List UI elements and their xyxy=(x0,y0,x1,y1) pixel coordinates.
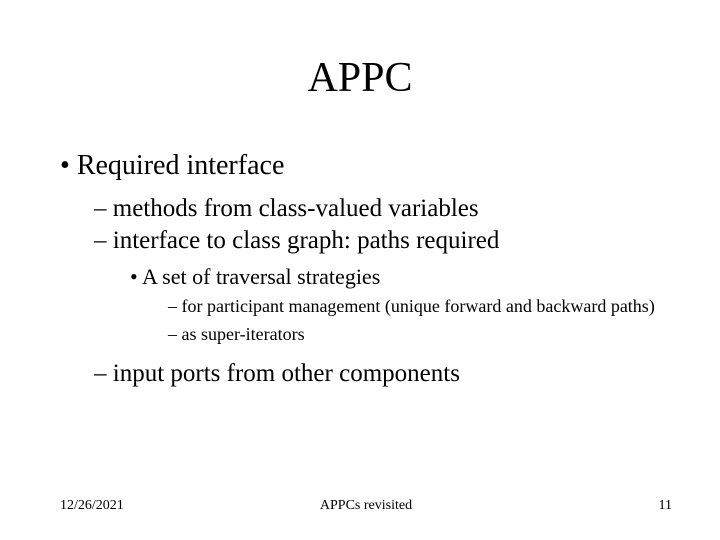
bullet-l3: A set of traversal strategies xyxy=(130,264,672,290)
bullet-l2: interface to class graph: paths required xyxy=(94,226,672,256)
slide-body: Required interface methods from class-va… xyxy=(60,150,672,389)
bullet-text: methods from class-valued variables xyxy=(113,195,479,222)
bullet-text: interface to class graph: paths required xyxy=(113,227,500,254)
footer-title: APPCs revisited xyxy=(60,498,672,514)
bullet-l4: for participant management (unique forwa… xyxy=(168,296,672,318)
bullet-text: A set of traversal strategies xyxy=(142,264,380,289)
slide-footer: 12/26/2021 APPCs revisited 11 xyxy=(60,498,672,514)
slide: APPC Required interface methods from cla… xyxy=(0,0,720,540)
bullet-l1: Required interface xyxy=(60,150,672,182)
bullet-text: for participant management (unique forwa… xyxy=(182,296,655,316)
bullet-text: input ports from other components xyxy=(113,360,460,387)
bullet-l2: input ports from other components xyxy=(94,359,672,389)
bullet-text: as super-iterators xyxy=(182,324,305,344)
bullet-l2: methods from class-valued variables xyxy=(94,194,672,224)
slide-title: APPC xyxy=(0,54,720,102)
bullet-l4: as super-iterators xyxy=(168,324,672,346)
bullet-text: Required interface xyxy=(77,150,285,181)
